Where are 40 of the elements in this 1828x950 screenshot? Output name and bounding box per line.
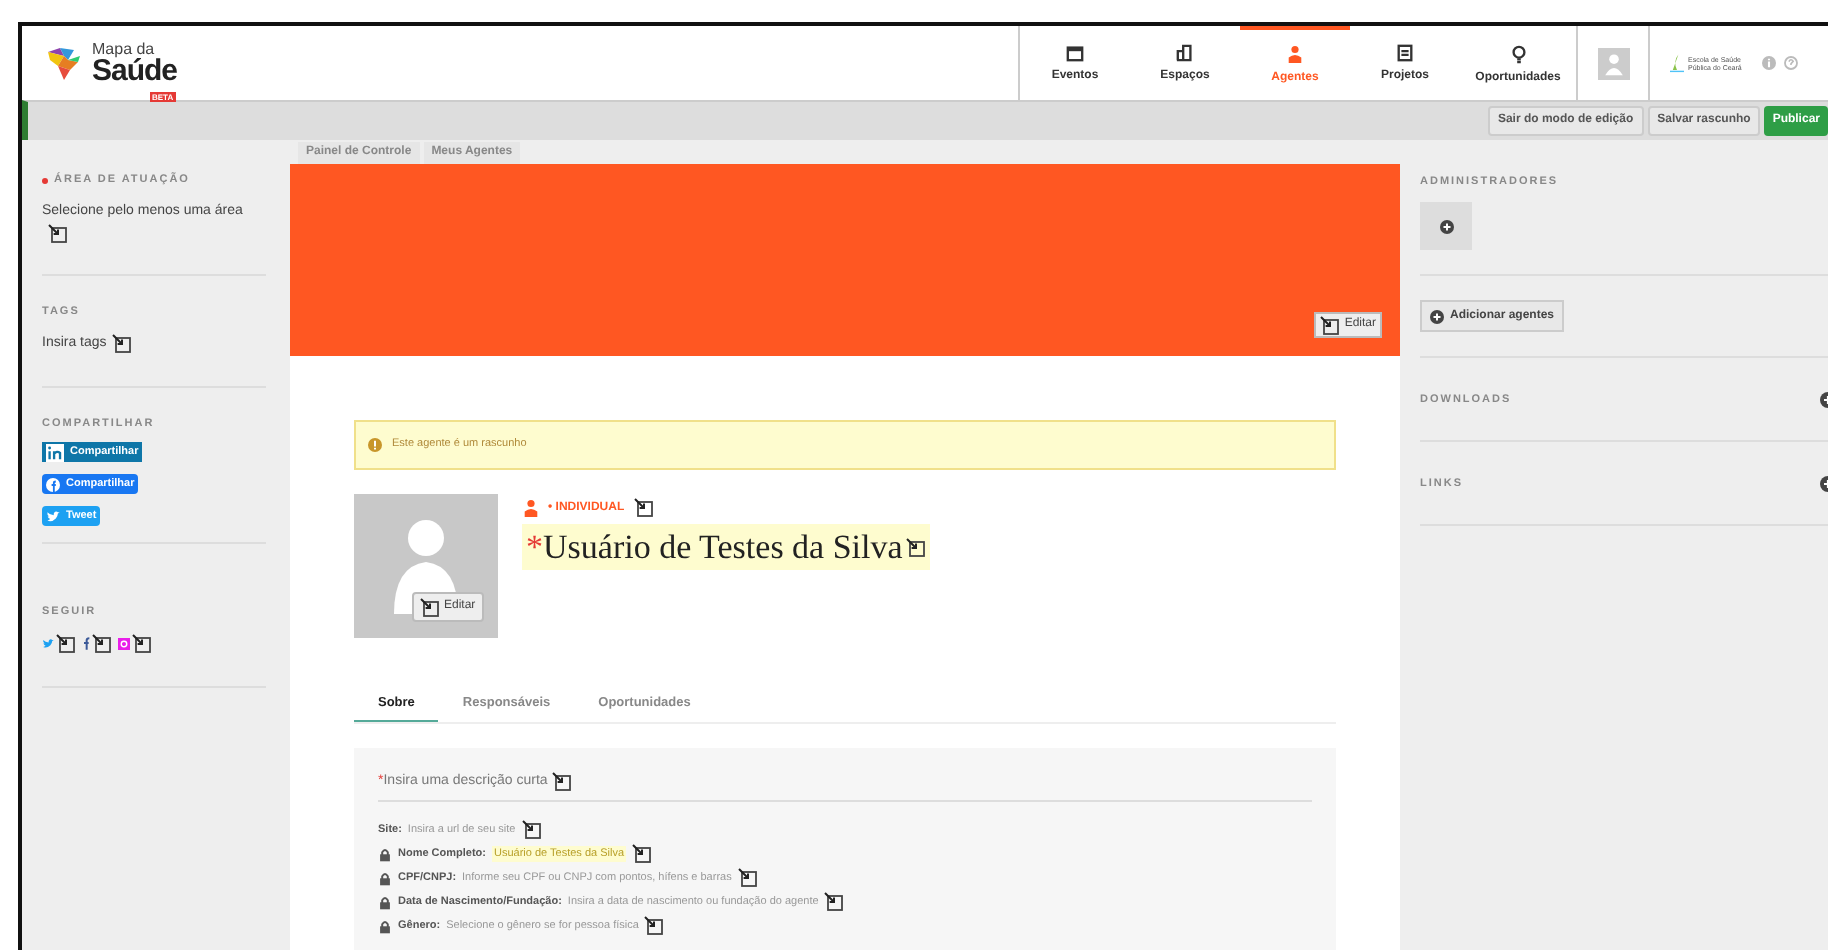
edit-icon[interactable]	[644, 916, 665, 936]
edit-icon[interactable]	[551, 772, 572, 793]
edit-icon[interactable]	[906, 537, 927, 557]
facebook-icon[interactable]	[82, 636, 90, 650]
linkedin-icon	[46, 443, 64, 462]
required-icon	[42, 177, 48, 184]
person-icon	[522, 498, 540, 518]
edit-icon[interactable]	[48, 224, 68, 245]
person-icon	[1286, 43, 1304, 63]
lock-icon	[378, 871, 392, 885]
edit-icon[interactable]	[112, 333, 133, 354]
edit-icon[interactable]	[737, 868, 758, 888]
lock-icon	[378, 919, 392, 933]
plus-icon[interactable]	[1439, 219, 1453, 234]
bird-icon	[46, 509, 60, 524]
edit-icon[interactable]	[634, 498, 655, 518]
logo-icon	[44, 43, 84, 83]
calendar-icon	[1066, 44, 1084, 62]
lock-icon	[378, 895, 392, 909]
logo-text: Mapa da	[92, 41, 157, 57]
lightbulb-icon	[1509, 43, 1527, 63]
facebook-icon	[46, 477, 60, 492]
document-icon	[1396, 44, 1414, 62]
logo-text: Saúde	[92, 57, 178, 85]
edit-icon[interactable]	[132, 633, 152, 653]
edit-icon[interactable]	[521, 820, 542, 840]
agent-name-field[interactable]: *Usuário de Testes da Silva	[522, 524, 931, 570]
warning-icon	[368, 438, 382, 452]
plus-icon[interactable]	[1430, 309, 1444, 324]
edit-icon[interactable]	[824, 892, 845, 912]
edit-icon[interactable]	[1320, 315, 1341, 335]
edit-icon[interactable]	[420, 597, 440, 617]
camera-icon[interactable]	[118, 637, 130, 649]
sail-icon	[1670, 52, 1684, 74]
lock-icon	[378, 847, 392, 861]
edit-icon[interactable]	[92, 633, 112, 653]
add-admin-button[interactable]	[1420, 202, 1472, 251]
edit-icon[interactable]	[632, 844, 653, 864]
edit-icon[interactable]	[56, 633, 76, 653]
building-icon	[1176, 44, 1194, 62]
